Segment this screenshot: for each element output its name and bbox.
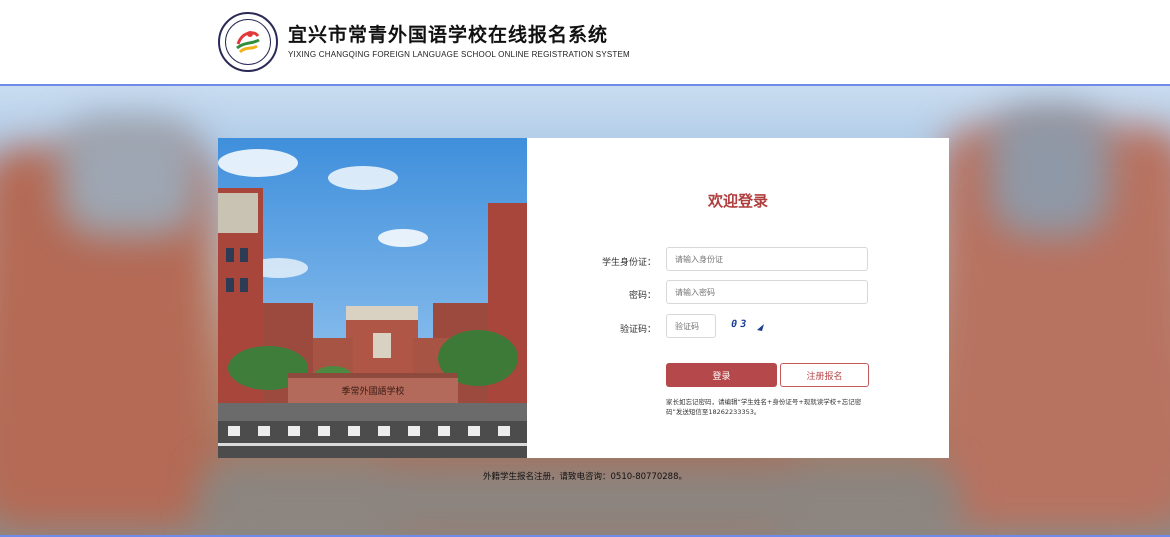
password-input[interactable] — [666, 280, 868, 304]
welcome-heading: 欢迎登录 — [707, 192, 768, 210]
campus-photo-image: 季常外國語学校 — [218, 138, 527, 458]
student-id-label: 学生身份证： — [601, 258, 656, 268]
register-button[interactable]: 注册报名 — [780, 363, 869, 387]
student-id-input[interactable] — [666, 247, 868, 271]
forgot-password-note: 家长如忘记密码，请编辑“学生姓名+身份证号+现就读学校+忘记密码”发送短信至18… — [666, 398, 862, 416]
site-subtitle: YIXING CHANGQING FOREIGN LANGUAGE SCHOOL… — [288, 50, 630, 59]
login-panel: 欢迎登录 学生身份证： 密码： 验证码： 03 登录 注册报名 家长如忘记密码，… — [527, 138, 949, 458]
captcha-input[interactable] — [666, 314, 716, 338]
login-button[interactable]: 登录 — [666, 363, 777, 387]
password-label: 密码： — [628, 291, 656, 301]
captcha-label: 验证码： — [619, 325, 656, 335]
logo-emblem-icon — [231, 25, 265, 59]
school-sign-text: 季常外國語学校 — [341, 385, 404, 397]
site-title: 宜兴市常青外国语学校在线报名系统 — [288, 24, 609, 46]
captcha-image[interactable]: 03 — [730, 319, 750, 330]
campus-photo: 季常外國語学校 — [218, 138, 527, 458]
school-logo — [218, 12, 278, 72]
captcha-noise-icon — [757, 324, 764, 331]
footer-contact: 外籍学生报名注册，请致电咨询：0510-80770288。 — [483, 472, 687, 482]
site-header: 宜兴市常青外国语学校在线报名系统 YIXING CHANGQING FOREIG… — [0, 0, 1170, 84]
